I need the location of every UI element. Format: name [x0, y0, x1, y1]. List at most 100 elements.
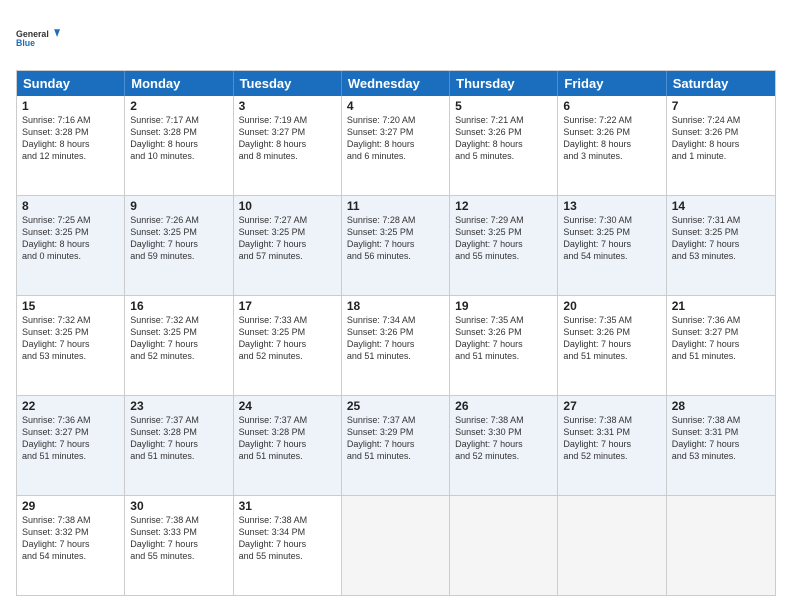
day-detail: Sunrise: 7:36 AM Sunset: 3:27 PM Dayligh…: [672, 314, 770, 363]
logo: General Blue: [16, 16, 60, 60]
calendar-cell: 11Sunrise: 7:28 AM Sunset: 3:25 PM Dayli…: [342, 196, 450, 295]
day-detail: Sunrise: 7:30 AM Sunset: 3:25 PM Dayligh…: [563, 214, 660, 263]
day-detail: Sunrise: 7:35 AM Sunset: 3:26 PM Dayligh…: [455, 314, 552, 363]
day-number: 20: [563, 299, 660, 313]
calendar-cell: 7Sunrise: 7:24 AM Sunset: 3:26 PM Daylig…: [667, 96, 775, 195]
day-number: 25: [347, 399, 444, 413]
day-detail: Sunrise: 7:19 AM Sunset: 3:27 PM Dayligh…: [239, 114, 336, 163]
day-detail: Sunrise: 7:37 AM Sunset: 3:28 PM Dayligh…: [239, 414, 336, 463]
day-detail: Sunrise: 7:17 AM Sunset: 3:28 PM Dayligh…: [130, 114, 227, 163]
calendar-row: 22Sunrise: 7:36 AM Sunset: 3:27 PM Dayli…: [17, 395, 775, 495]
day-number: 10: [239, 199, 336, 213]
calendar-cell: 13Sunrise: 7:30 AM Sunset: 3:25 PM Dayli…: [558, 196, 666, 295]
day-detail: Sunrise: 7:31 AM Sunset: 3:25 PM Dayligh…: [672, 214, 770, 263]
calendar-cell: 6Sunrise: 7:22 AM Sunset: 3:26 PM Daylig…: [558, 96, 666, 195]
calendar-cell: 15Sunrise: 7:32 AM Sunset: 3:25 PM Dayli…: [17, 296, 125, 395]
day-detail: Sunrise: 7:32 AM Sunset: 3:25 PM Dayligh…: [130, 314, 227, 363]
day-detail: Sunrise: 7:16 AM Sunset: 3:28 PM Dayligh…: [22, 114, 119, 163]
calendar-cell: 27Sunrise: 7:38 AM Sunset: 3:31 PM Dayli…: [558, 396, 666, 495]
calendar-cell: 22Sunrise: 7:36 AM Sunset: 3:27 PM Dayli…: [17, 396, 125, 495]
calendar-body: 1Sunrise: 7:16 AM Sunset: 3:28 PM Daylig…: [17, 96, 775, 595]
day-detail: Sunrise: 7:32 AM Sunset: 3:25 PM Dayligh…: [22, 314, 119, 363]
day-detail: Sunrise: 7:38 AM Sunset: 3:34 PM Dayligh…: [239, 514, 336, 563]
day-number: 18: [347, 299, 444, 313]
day-number: 16: [130, 299, 227, 313]
day-number: 1: [22, 99, 119, 113]
day-detail: Sunrise: 7:24 AM Sunset: 3:26 PM Dayligh…: [672, 114, 770, 163]
calendar-cell: 5Sunrise: 7:21 AM Sunset: 3:26 PM Daylig…: [450, 96, 558, 195]
calendar-cell: 24Sunrise: 7:37 AM Sunset: 3:28 PM Dayli…: [234, 396, 342, 495]
svg-text:Blue: Blue: [16, 38, 35, 48]
day-number: 6: [563, 99, 660, 113]
calendar-cell: 17Sunrise: 7:33 AM Sunset: 3:25 PM Dayli…: [234, 296, 342, 395]
day-number: 19: [455, 299, 552, 313]
day-number: 8: [22, 199, 119, 213]
calendar-row: 1Sunrise: 7:16 AM Sunset: 3:28 PM Daylig…: [17, 96, 775, 195]
calendar-cell: [450, 496, 558, 595]
calendar-cell: 23Sunrise: 7:37 AM Sunset: 3:28 PM Dayli…: [125, 396, 233, 495]
calendar-cell: 26Sunrise: 7:38 AM Sunset: 3:30 PM Dayli…: [450, 396, 558, 495]
calendar: SundayMondayTuesdayWednesdayThursdayFrid…: [16, 70, 776, 596]
day-detail: Sunrise: 7:38 AM Sunset: 3:31 PM Dayligh…: [563, 414, 660, 463]
day-detail: Sunrise: 7:20 AM Sunset: 3:27 PM Dayligh…: [347, 114, 444, 163]
cal-header-cell: Monday: [125, 71, 233, 96]
calendar-cell: 29Sunrise: 7:38 AM Sunset: 3:32 PM Dayli…: [17, 496, 125, 595]
day-number: 9: [130, 199, 227, 213]
day-detail: Sunrise: 7:35 AM Sunset: 3:26 PM Dayligh…: [563, 314, 660, 363]
day-number: 24: [239, 399, 336, 413]
calendar-cell: 21Sunrise: 7:36 AM Sunset: 3:27 PM Dayli…: [667, 296, 775, 395]
calendar-cell: 14Sunrise: 7:31 AM Sunset: 3:25 PM Dayli…: [667, 196, 775, 295]
day-number: 28: [672, 399, 770, 413]
day-number: 17: [239, 299, 336, 313]
calendar-cell: 9Sunrise: 7:26 AM Sunset: 3:25 PM Daylig…: [125, 196, 233, 295]
calendar-cell: 31Sunrise: 7:38 AM Sunset: 3:34 PM Dayli…: [234, 496, 342, 595]
logo-svg: General Blue: [16, 16, 60, 60]
day-number: 29: [22, 499, 119, 513]
calendar-header: SundayMondayTuesdayWednesdayThursdayFrid…: [17, 71, 775, 96]
day-detail: Sunrise: 7:25 AM Sunset: 3:25 PM Dayligh…: [22, 214, 119, 263]
day-number: 4: [347, 99, 444, 113]
cal-header-cell: Friday: [558, 71, 666, 96]
calendar-cell: 3Sunrise: 7:19 AM Sunset: 3:27 PM Daylig…: [234, 96, 342, 195]
day-number: 2: [130, 99, 227, 113]
cal-header-cell: Thursday: [450, 71, 558, 96]
calendar-cell: 19Sunrise: 7:35 AM Sunset: 3:26 PM Dayli…: [450, 296, 558, 395]
day-number: 11: [347, 199, 444, 213]
day-number: 31: [239, 499, 336, 513]
day-number: 22: [22, 399, 119, 413]
cal-header-cell: Sunday: [17, 71, 125, 96]
calendar-cell: 1Sunrise: 7:16 AM Sunset: 3:28 PM Daylig…: [17, 96, 125, 195]
calendar-cell: 18Sunrise: 7:34 AM Sunset: 3:26 PM Dayli…: [342, 296, 450, 395]
day-detail: Sunrise: 7:22 AM Sunset: 3:26 PM Dayligh…: [563, 114, 660, 163]
day-number: 15: [22, 299, 119, 313]
day-number: 21: [672, 299, 770, 313]
calendar-cell: 12Sunrise: 7:29 AM Sunset: 3:25 PM Dayli…: [450, 196, 558, 295]
calendar-cell: [342, 496, 450, 595]
calendar-cell: 28Sunrise: 7:38 AM Sunset: 3:31 PM Dayli…: [667, 396, 775, 495]
calendar-cell: 16Sunrise: 7:32 AM Sunset: 3:25 PM Dayli…: [125, 296, 233, 395]
page: General Blue SundayMondayTuesdayWednesda…: [0, 0, 792, 612]
calendar-cell: 30Sunrise: 7:38 AM Sunset: 3:33 PM Dayli…: [125, 496, 233, 595]
calendar-cell: 20Sunrise: 7:35 AM Sunset: 3:26 PM Dayli…: [558, 296, 666, 395]
calendar-cell: 10Sunrise: 7:27 AM Sunset: 3:25 PM Dayli…: [234, 196, 342, 295]
day-detail: Sunrise: 7:33 AM Sunset: 3:25 PM Dayligh…: [239, 314, 336, 363]
day-number: 26: [455, 399, 552, 413]
calendar-cell: 25Sunrise: 7:37 AM Sunset: 3:29 PM Dayli…: [342, 396, 450, 495]
day-number: 23: [130, 399, 227, 413]
calendar-cell: [558, 496, 666, 595]
day-detail: Sunrise: 7:34 AM Sunset: 3:26 PM Dayligh…: [347, 314, 444, 363]
day-detail: Sunrise: 7:21 AM Sunset: 3:26 PM Dayligh…: [455, 114, 552, 163]
day-detail: Sunrise: 7:36 AM Sunset: 3:27 PM Dayligh…: [22, 414, 119, 463]
cal-header-cell: Tuesday: [234, 71, 342, 96]
day-detail: Sunrise: 7:38 AM Sunset: 3:32 PM Dayligh…: [22, 514, 119, 563]
calendar-cell: 8Sunrise: 7:25 AM Sunset: 3:25 PM Daylig…: [17, 196, 125, 295]
day-detail: Sunrise: 7:38 AM Sunset: 3:30 PM Dayligh…: [455, 414, 552, 463]
day-detail: Sunrise: 7:26 AM Sunset: 3:25 PM Dayligh…: [130, 214, 227, 263]
calendar-cell: 4Sunrise: 7:20 AM Sunset: 3:27 PM Daylig…: [342, 96, 450, 195]
day-detail: Sunrise: 7:38 AM Sunset: 3:31 PM Dayligh…: [672, 414, 770, 463]
calendar-cell: 2Sunrise: 7:17 AM Sunset: 3:28 PM Daylig…: [125, 96, 233, 195]
header: General Blue: [16, 16, 776, 60]
day-detail: Sunrise: 7:28 AM Sunset: 3:25 PM Dayligh…: [347, 214, 444, 263]
day-detail: Sunrise: 7:37 AM Sunset: 3:29 PM Dayligh…: [347, 414, 444, 463]
calendar-row: 15Sunrise: 7:32 AM Sunset: 3:25 PM Dayli…: [17, 295, 775, 395]
